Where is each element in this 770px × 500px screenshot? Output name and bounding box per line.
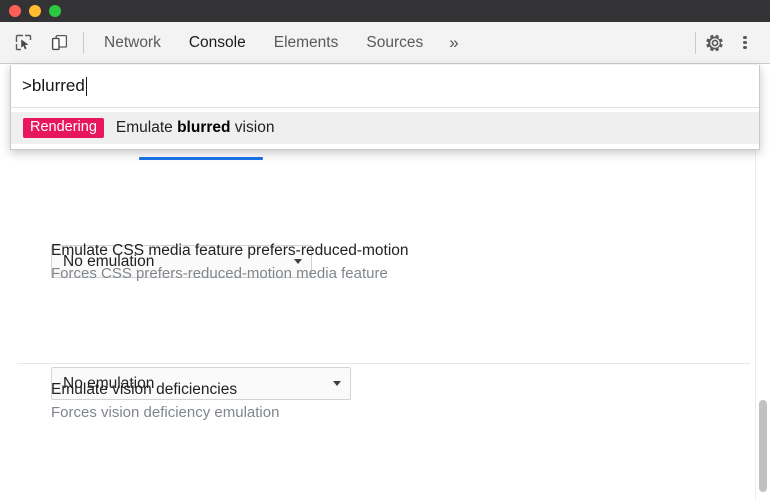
tab-network[interactable]: Network (90, 22, 175, 63)
result-text-after: vision (230, 119, 275, 136)
kebab-menu-icon[interactable] (730, 28, 760, 58)
result-text-match: blurred (177, 119, 231, 136)
command-palette: >blurred Rendering Emulate blurred visio… (10, 65, 760, 150)
kebab-dot (743, 35, 747, 40)
command-palette-input-row[interactable]: >blurred (11, 65, 759, 108)
devtools-toolbar: Network Console Elements Sources » (0, 22, 770, 64)
result-text-before: Emulate (115, 119, 178, 136)
window-titlebar (0, 0, 770, 22)
kebab-dot (743, 45, 747, 50)
command-palette-query: >blurred (22, 76, 85, 95)
gear-icon[interactable] (700, 28, 730, 58)
command-palette-results: Rendering Emulate blurred vision (11, 108, 759, 149)
text-cursor (85, 76, 88, 96)
window-zoom-button[interactable] (49, 5, 61, 17)
window-close-button[interactable] (9, 5, 21, 17)
tab-console[interactable]: Console (175, 22, 260, 63)
kebab-dot (743, 40, 747, 45)
more-tabs-icon[interactable]: » (437, 22, 470, 63)
device-toolbar-icon[interactable] (46, 30, 72, 56)
devtools-window: Network Console Elements Sources » No em… (0, 0, 770, 500)
window-minimize-button[interactable] (29, 5, 41, 17)
setting-subtitle-prefers-reduced-motion: Forces CSS prefers-reduced-motion media … (51, 265, 388, 282)
setting-subtitle-vision-deficiencies: Forces vision deficiency emulation (51, 404, 280, 421)
setting-title-vision-deficiencies: Emulate vision deficiencies (51, 381, 238, 398)
chevron-down-icon (333, 381, 341, 386)
devtools-tab-bar: Network Console Elements Sources » (90, 22, 471, 63)
toolbar-right-group (695, 22, 770, 63)
tab-elements[interactable]: Elements (260, 22, 353, 63)
result-category-badge: Rendering (23, 118, 104, 138)
inspect-element-icon[interactable] (10, 30, 36, 56)
toolbar-divider (83, 31, 84, 54)
section-divider (17, 363, 750, 364)
toolbar-divider-right (695, 31, 696, 54)
command-palette-result-item[interactable]: Rendering Emulate blurred vision (11, 112, 759, 144)
tab-sources[interactable]: Sources (352, 22, 437, 63)
active-tab-underline (139, 157, 263, 160)
setting-title-prefers-reduced-motion: Emulate CSS media feature prefers-reduce… (51, 242, 409, 259)
scrollbar-thumb[interactable] (759, 400, 767, 492)
result-label: Emulate blurred vision (116, 119, 275, 137)
